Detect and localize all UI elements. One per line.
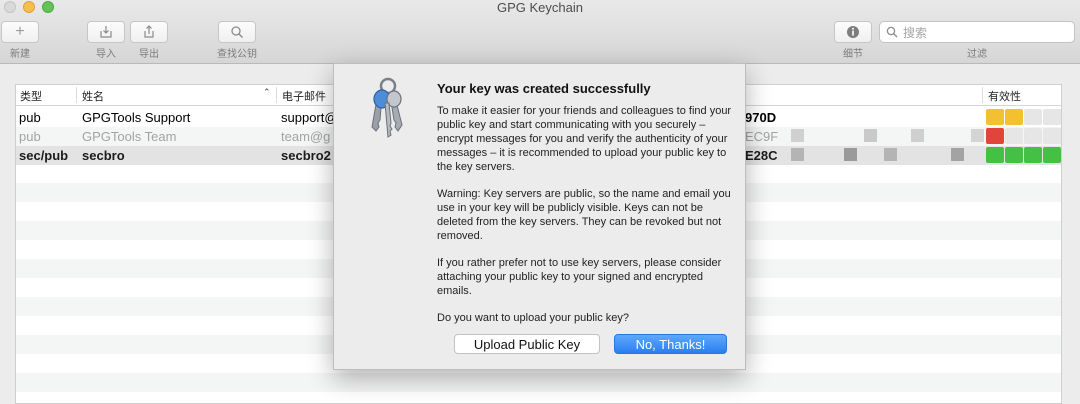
empty-row (16, 373, 1061, 392)
column-header-validity[interactable]: 有效性 (988, 88, 1021, 104)
key-type: pub (19, 110, 41, 125)
import-icon (100, 26, 112, 38)
search-icon (231, 26, 243, 38)
new-key-label: 新建 (10, 49, 30, 60)
dialog-alternative-text: If you rather prefer not to use key serv… (437, 257, 722, 297)
redacted-block (884, 148, 897, 161)
details-button[interactable] (834, 21, 872, 43)
key-email: team@g (281, 129, 331, 144)
column-divider[interactable] (982, 87, 983, 103)
window-title: GPG Keychain (497, 0, 583, 15)
column-header-type[interactable]: 类型 (20, 88, 42, 104)
filter-label: 过滤 (967, 49, 987, 60)
lookup-key-label: 查找公钥 (217, 49, 257, 60)
key-type: sec/pub (19, 148, 69, 163)
validity-indicator (986, 109, 1061, 125)
redacted-block (844, 148, 857, 161)
key-name: GPGTools Support (82, 110, 191, 125)
column-header-email[interactable]: 电子邮件 (282, 88, 326, 104)
import-label: 导入 (96, 49, 116, 60)
column-divider[interactable] (76, 87, 77, 103)
no-thanks-button[interactable]: No, Thanks! (614, 334, 727, 354)
details-label: 细节 (843, 49, 863, 60)
dialog-intro-text: To make it easier for your friends and c… (437, 105, 732, 173)
redacted-block (971, 129, 984, 142)
dialog-title: Your key was created successfully (437, 81, 651, 96)
export-icon (144, 25, 154, 38)
redacted-block (864, 129, 877, 142)
key-id: EC9F (745, 129, 779, 144)
upload-key-dialog: Your key was created successfully To mak… (333, 63, 746, 370)
dialog-question-text: Do you want to upload your public key? (437, 312, 630, 324)
column-divider[interactable] (276, 87, 277, 103)
key-id: E28C (745, 148, 778, 163)
sort-ascending-icon: ⌃ (263, 87, 271, 97)
key-name: secbro (82, 148, 125, 163)
redacted-block (791, 129, 804, 142)
filter-search-field[interactable]: 搜索 (879, 21, 1075, 43)
column-header-name[interactable]: 姓名 (82, 88, 104, 104)
redacted-block (791, 148, 804, 161)
toolbar: GPG Keychain + 新建 导入 导出 查找公钥 细节 搜索 过滤 (0, 0, 1080, 64)
redacted-block (951, 148, 964, 161)
validity-indicator (986, 147, 1061, 163)
lookup-key-button[interactable] (218, 21, 256, 43)
keychain-icon (371, 77, 403, 138)
search-placeholder: 搜索 (903, 25, 928, 40)
key-type: pub (19, 129, 41, 144)
validity-indicator (986, 128, 1061, 144)
key-id: 970D (745, 110, 777, 125)
export-button[interactable] (130, 21, 168, 43)
key-email: support@ (281, 110, 338, 125)
key-email: secbro2 (281, 148, 331, 163)
redacted-block (911, 129, 924, 142)
info-icon (847, 26, 859, 38)
dialog-warning-text: Warning: Key servers are public, so the … (437, 188, 731, 242)
new-key-button[interactable]: + (1, 21, 39, 43)
import-button[interactable] (87, 21, 125, 43)
search-icon (886, 26, 898, 38)
upload-public-key-button[interactable]: Upload Public Key (454, 334, 600, 354)
plus-icon: + (15, 23, 25, 40)
export-label: 导出 (139, 49, 159, 60)
key-name: GPGTools Team (82, 129, 177, 144)
